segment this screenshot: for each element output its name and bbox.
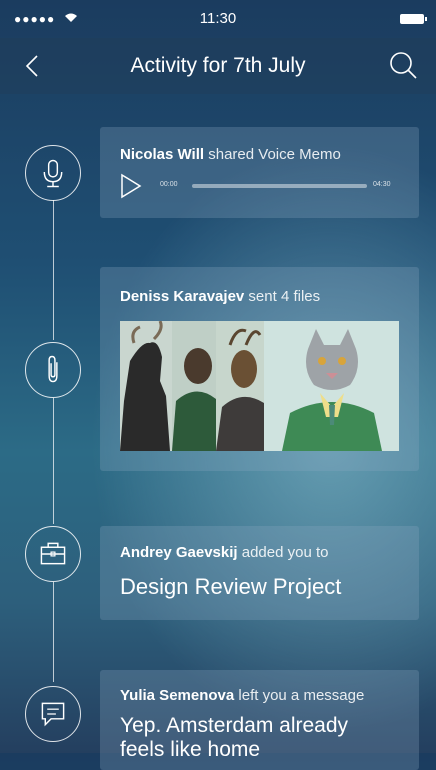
activity-card-files[interactable]: Deniss Karavajev sent 4 files bbox=[100, 267, 419, 471]
activity-card-project[interactable]: Andrey Gaevskij added you to Design Revi… bbox=[100, 526, 419, 620]
activity-action: shared Voice Memo bbox=[208, 146, 341, 163]
activity-headline: Yulia Semenova left you a message bbox=[120, 686, 364, 705]
status-time: 11:30 bbox=[199, 10, 237, 27]
chat-bubble-icon bbox=[25, 686, 81, 742]
project-title[interactable]: Design Review Project bbox=[120, 573, 341, 601]
playback-start-time: 00:00 bbox=[160, 181, 178, 188]
activity-action: sent 4 files bbox=[248, 288, 321, 305]
file-thumbnail[interactable] bbox=[172, 321, 216, 451]
activity-headline: Deniss Karavajev sent 4 files bbox=[120, 287, 320, 306]
activity-card-voice-memo[interactable]: Nicolas Will shared Voice Memo 00:00 04:… bbox=[100, 127, 419, 218]
activity-card-message[interactable]: Yulia Semenova left you a message Yep. A… bbox=[100, 670, 419, 770]
status-bar: ●●●●● 11:30 bbox=[0, 0, 436, 38]
briefcase-icon bbox=[25, 526, 81, 582]
voice-memo-player: 00:00 04:30 bbox=[120, 173, 400, 199]
playback-progress-track[interactable] bbox=[192, 184, 367, 188]
timeline-connector bbox=[53, 398, 54, 524]
timeline-connector bbox=[53, 200, 54, 340]
activity-action: left you a message bbox=[238, 687, 365, 704]
user-name[interactable]: Nicolas Will bbox=[120, 146, 204, 163]
timeline-connector bbox=[53, 582, 54, 682]
page-title: Activity for 7th July bbox=[130, 54, 306, 77]
user-name[interactable]: Deniss Karavajev bbox=[120, 288, 244, 305]
playback-end-time: 04:30 bbox=[373, 181, 391, 188]
battery-icon bbox=[400, 14, 427, 24]
file-thumbnail[interactable] bbox=[120, 321, 172, 451]
microphone-icon bbox=[25, 145, 81, 201]
message-text: Yep. Amsterdam already feels like home bbox=[120, 714, 349, 761]
play-icon[interactable] bbox=[120, 173, 142, 199]
file-thumbnail[interactable] bbox=[264, 321, 399, 451]
paperclip-icon bbox=[25, 342, 81, 398]
user-name[interactable]: Andrey Gaevskij bbox=[120, 544, 238, 561]
activity-action: added you to bbox=[241, 544, 329, 561]
search-icon[interactable] bbox=[388, 50, 418, 80]
nav-bar: Activity for 7th July bbox=[0, 38, 436, 94]
file-thumbnails bbox=[120, 321, 399, 451]
user-name[interactable]: Yulia Semenova bbox=[120, 687, 234, 704]
file-thumbnail[interactable] bbox=[216, 321, 264, 451]
activity-headline: Andrey Gaevskij added you to bbox=[120, 543, 328, 562]
activity-headline: Nicolas Will shared Voice Memo bbox=[120, 145, 341, 164]
